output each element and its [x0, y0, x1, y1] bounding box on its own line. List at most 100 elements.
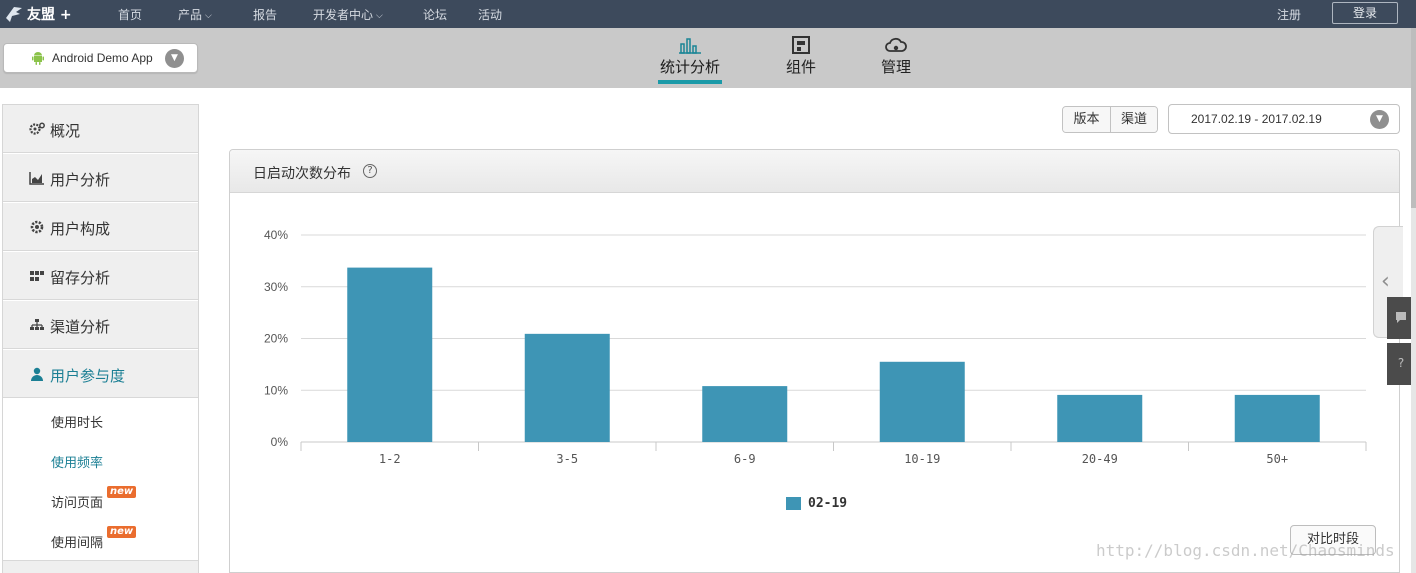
sidebar-item-user-composition[interactable]: 用户构成 [3, 203, 198, 251]
subitem-label: 使用间隔 [51, 536, 104, 551]
cloud-gear-icon [885, 37, 907, 52]
new-badge: new [107, 526, 137, 538]
sidebar-next-section [3, 560, 198, 573]
chart-bar [524, 333, 610, 442]
y-tick-label: 20% [264, 332, 288, 346]
sidebar-subitem-visited-pages[interactable]: 访问页面 new [51, 486, 137, 511]
chart-bar [702, 386, 788, 442]
nav-forum[interactable]: 论坛 [423, 6, 447, 23]
x-tick-label: 1-2 [379, 452, 401, 466]
subitem-label: 访问页面 [51, 496, 104, 511]
legend-label: 02-19 [808, 496, 848, 511]
y-tick-label: 0% [271, 435, 289, 449]
chat-bubble-icon [1396, 312, 1406, 323]
sidebar-item-label: 用户参与度 [50, 367, 126, 385]
tab-statistics-label: 统计分析 [659, 58, 720, 76]
date-range-picker[interactable]: 2017.02.19 - 2017.02.19 ▼ [1168, 104, 1400, 134]
chart-bar [879, 361, 965, 442]
umeng-logo[interactable]: 友盟 + [4, 4, 72, 24]
sidebar: 概况 用户分析 用户构成 留存分析 渠道分析 用户参与度 使用时长 使用频率 访… [2, 104, 199, 573]
y-tick-label: 10% [264, 383, 288, 397]
tab-components-label: 组件 [785, 58, 816, 76]
panel-title: 日启动次数分布 [253, 166, 351, 182]
app-selector[interactable]: Android Demo App ▼ [3, 43, 198, 73]
chevron-down-icon: ⌵ [376, 11, 383, 21]
logo-text: 友盟 + [27, 7, 72, 23]
launch-frequency-chart: 0% 10% 20% 30% 40% 1-2 3-5 6-9 10-19 20-49 50+ [264, 228, 1367, 466]
x-tick-label: 10-19 [904, 452, 940, 466]
sidebar-item-label: 用户构成 [50, 220, 111, 238]
bird-logo-icon [6, 7, 22, 22]
component-icon [792, 36, 810, 54]
subitem-label: 使用频率 [51, 456, 104, 471]
sidebar-subitem-usage-interval[interactable]: 使用间隔 new [51, 526, 137, 551]
gear-icon [30, 220, 44, 234]
watermark: http://blog.csdn.net/Chaosminds [1096, 541, 1395, 560]
y-tick-label: 40% [264, 228, 288, 242]
chart-bar [1234, 394, 1320, 442]
tab-management[interactable]: 管理 [879, 36, 913, 84]
android-icon [32, 52, 44, 65]
app-header: Android Demo App ▼ 统计分析 组件 管理 [0, 28, 1416, 88]
chevron-down-icon: ▼ [1370, 110, 1389, 129]
gears-icon [29, 122, 45, 135]
y-tick-label: 30% [264, 280, 288, 294]
sidebar-item-label: 概况 [50, 122, 81, 140]
sidebar-item-label: 用户分析 [50, 171, 111, 189]
channel-filter-button[interactable]: 渠道 [1110, 107, 1157, 132]
chevron-down-icon: ⌵ [205, 11, 212, 21]
nav-developer-center-label: 开发者中心 [313, 8, 374, 22]
sidebar-subitem-usage-duration[interactable]: 使用时长 [51, 412, 103, 431]
nav-products-label: 产品 [178, 8, 203, 22]
sidebar-item-user-analysis[interactable]: 用户分析 [3, 154, 198, 202]
register-link[interactable]: 注册 [1277, 6, 1301, 23]
nav-home-label: 首页 [118, 8, 143, 22]
grid-icon [30, 271, 44, 281]
page-scrollbar[interactable] [1411, 28, 1416, 573]
question-icon: ? [1397, 356, 1405, 370]
nav-developer-center[interactable]: 开发者中心 ⌵ [313, 6, 383, 23]
chart-bar [1057, 394, 1143, 442]
area-chart-icon [29, 172, 44, 185]
x-tick-label: 6-9 [734, 452, 756, 466]
chart-legend[interactable]: 02-19 [786, 496, 847, 511]
dimension-filter: 版本 渠道 [1062, 106, 1158, 133]
chart-bar [347, 267, 433, 442]
chevron-down-icon: ▼ [165, 49, 184, 68]
scrollbar-thumb[interactable] [1411, 28, 1416, 208]
nav-reports-label: 报告 [253, 8, 278, 22]
help-icon[interactable]: ? [363, 164, 377, 178]
x-tick-label: 20-49 [1082, 452, 1118, 466]
sidebar-item-overview[interactable]: 概况 [3, 105, 198, 153]
login-button[interactable]: 登录 [1332, 2, 1398, 24]
tab-management-label: 管理 [880, 58, 911, 76]
sidebar-item-channel-analysis[interactable]: 渠道分析 [3, 301, 198, 349]
user-icon [31, 367, 43, 381]
top-navigation-bar: 友盟 + 首页 产品 ⌵ 报告 开发者中心 ⌵ 论坛 活动 注册 登录 [0, 0, 1416, 28]
sidebar-item-user-engagement[interactable]: 用户参与度 [3, 350, 198, 398]
nav-products[interactable]: 产品 ⌵ [178, 6, 212, 23]
sidebar-item-label: 渠道分析 [50, 318, 111, 336]
nav-events[interactable]: 活动 [478, 6, 502, 23]
chevron-left-icon: ‹ [1381, 269, 1390, 294]
version-filter-button[interactable]: 版本 [1063, 107, 1110, 132]
sidebar-item-retention[interactable]: 留存分析 [3, 252, 198, 300]
active-tab-indicator [658, 80, 722, 84]
nav-forum-label: 论坛 [423, 8, 448, 22]
nav-home[interactable]: 首页 [118, 6, 142, 23]
date-range-value: 2017.02.19 - 2017.02.19 [1191, 112, 1322, 126]
subitem-label: 使用时长 [51, 416, 104, 431]
nav-events-label: 活动 [478, 8, 503, 22]
legend-swatch [786, 497, 801, 510]
new-badge: new [107, 486, 137, 498]
nav-reports[interactable]: 报告 [253, 6, 277, 23]
sidebar-subitem-usage-frequency[interactable]: 使用频率 [51, 452, 103, 471]
bar-chart-icon [679, 38, 701, 54]
app-name: Android Demo App [52, 51, 153, 65]
x-tick-label: 3-5 [556, 452, 578, 466]
tab-statistics[interactable]: 统计分析 [658, 36, 722, 84]
sidebar-item-label: 留存分析 [50, 269, 111, 287]
tab-components[interactable]: 组件 [785, 36, 817, 84]
sitemap-icon [30, 319, 44, 330]
x-tick-label: 50+ [1266, 452, 1288, 466]
